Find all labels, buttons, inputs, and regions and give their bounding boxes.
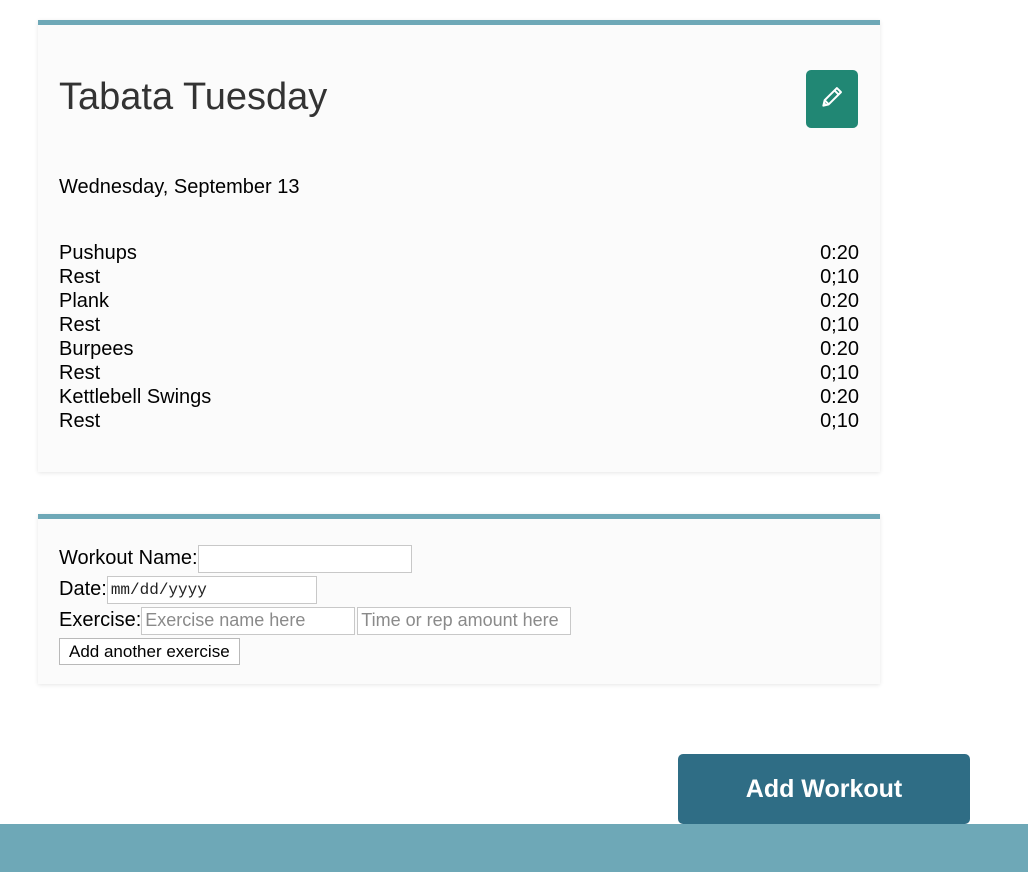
exercise-name: Plank	[59, 290, 110, 312]
exercise-row: Rest 0;10	[59, 313, 859, 337]
exercise-row: Rest 0;10	[59, 265, 859, 289]
exercise-time: 0;10	[820, 314, 859, 336]
workout-name-row: Workout Name:	[59, 543, 859, 574]
exercise-row: Burpees 0:20	[59, 337, 859, 361]
workout-name-input[interactable]	[197, 544, 412, 573]
date-input[interactable]	[106, 575, 317, 604]
footer-bar	[0, 824, 1028, 872]
exercise-name: Burpees	[59, 338, 134, 360]
exercise-time: 0;10	[820, 266, 859, 288]
add-workout-button[interactable]: Add Workout	[678, 754, 970, 824]
exercise-row: Rest 0;10	[59, 361, 859, 385]
exercise-name: Rest	[59, 314, 101, 336]
exercise-name: Rest	[59, 410, 101, 432]
exercise-label: Exercise:	[59, 609, 142, 631]
exercise-list: Pushups 0:20 Rest 0;10 Plank 0:20 Rest 0…	[59, 241, 859, 433]
exercise-time: 0;10	[820, 362, 859, 384]
page: Tabata Tuesday Wednesday, September 13 P…	[0, 0, 1028, 872]
date-row: Date:	[59, 574, 859, 605]
exercise-name-input[interactable]	[141, 606, 356, 635]
exercise-name: Rest	[59, 362, 101, 384]
exercise-time: 0;10	[820, 410, 859, 432]
exercise-row: Pushups 0:20	[59, 241, 859, 265]
exercise-row: Rest 0;10	[59, 409, 859, 433]
form-body: Workout Name: Date: Exercise: Add anothe…	[59, 543, 859, 665]
workout-name-label: Workout Name:	[59, 547, 198, 569]
workout-date: Wednesday, September 13	[59, 176, 300, 198]
exercise-name: Kettlebell Swings	[59, 386, 212, 408]
exercise-name: Pushups	[59, 242, 137, 264]
exercise-time: 0:20	[820, 386, 859, 408]
exercise-row-input: Exercise:	[59, 605, 859, 636]
workout-card: Tabata Tuesday Wednesday, September 13 P…	[38, 20, 880, 472]
date-label: Date:	[59, 578, 107, 600]
pencil-icon	[819, 84, 845, 115]
exercise-row: Plank 0:20	[59, 289, 859, 313]
exercise-row: Kettlebell Swings 0:20	[59, 385, 859, 409]
exercise-time: 0:20	[820, 338, 859, 360]
new-workout-form: Workout Name: Date: Exercise: Add anothe…	[38, 514, 880, 684]
exercise-time: 0:20	[820, 242, 859, 264]
edit-workout-button[interactable]	[806, 70, 858, 128]
add-exercise-button[interactable]: Add another exercise	[59, 638, 240, 665]
exercise-name: Rest	[59, 266, 101, 288]
exercise-time: 0:20	[820, 290, 859, 312]
workout-title: Tabata Tuesday	[59, 76, 328, 118]
exercise-time-input[interactable]	[357, 606, 572, 635]
